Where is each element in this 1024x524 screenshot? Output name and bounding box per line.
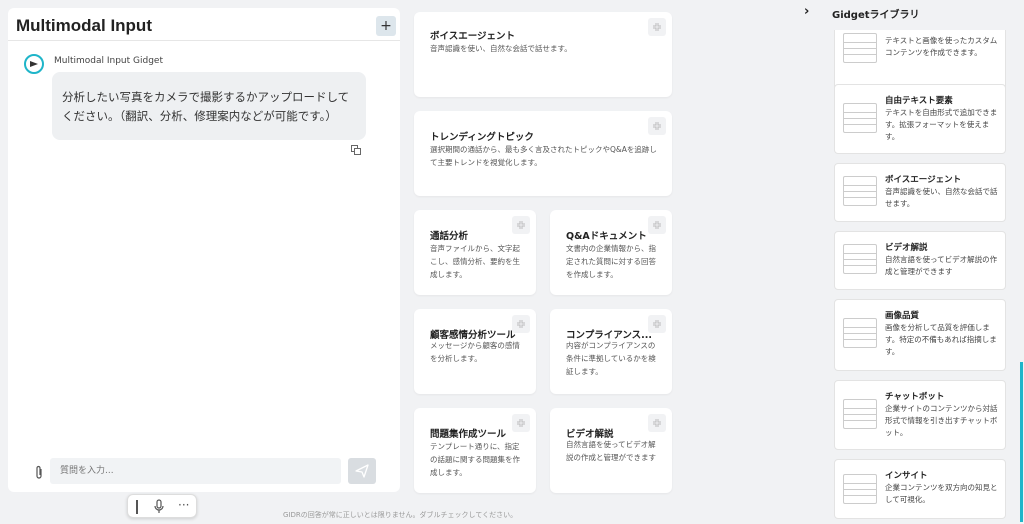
gadget-card-voice-agent[interactable]: ボイスエージェント 音声認識を使い、自然な会話で話せます。 (414, 12, 672, 97)
document-thumbnail-icon (843, 399, 877, 429)
gadget-card-qa-document[interactable]: Q&Aドキュメント 文書内の企業情報から、指定された質問に対する回答を作成します… (550, 210, 672, 295)
collapse-icon (653, 320, 661, 328)
library-item-name: インサイト (885, 471, 928, 481)
gadget-desc: メッセージから顧客の感情を分析します。 (430, 341, 520, 363)
gadget-card-compliance[interactable]: コンプライアンス... 内容がコンプライアンスの条件に準拠しているかを検証します… (550, 309, 672, 394)
library-item-desc: 画像を分析して品質を評価します。特定の不備もあれば指摘します。 (885, 323, 997, 356)
gadget-card-trending-topics[interactable]: トレンディングトピック 選択期間の通話から、最も多く言及されたトピックやQ&Aを… (414, 111, 672, 196)
collapse-button[interactable] (512, 414, 530, 432)
disclaimer-note: GIDRの回答が常に正しいとは限りません。ダブルチェックしてください。 (283, 511, 518, 519)
question-input[interactable] (50, 458, 341, 484)
library-item-name: ボイスエージェント (885, 175, 962, 185)
library-item[interactable]: 自由テキスト要素 テキストを自由形式で追加できます。拡張フォーマットを使えます。 (834, 84, 1006, 154)
library-item[interactable]: 画像品質 画像を分析して品質を評価します。特定の不備もあれば指摘します。 (834, 299, 1006, 371)
library-item-desc: 音声認識を使い、自然な会話で話せます。 (885, 187, 998, 208)
paperclip-icon[interactable] (34, 465, 44, 485)
gadget-desc: 自然言語を使ってビデオ解説の作成と管理ができます (566, 440, 656, 462)
collapse-icon (517, 320, 525, 328)
collapse-button[interactable] (648, 414, 666, 432)
library-list[interactable]: テキストと画像を使ったカスタムコンテンツを作成できます。 自由テキスト要素 テキ… (820, 30, 1024, 524)
library-scrollbar[interactable] (1020, 362, 1023, 522)
gadget-desc: 音声認識を使い、自然な会話で話せます。 (430, 44, 572, 53)
bot-name: Multimodal Input Gidget (54, 56, 163, 66)
bot-message-bubble: 分析したい写真をカメラで撮影するかアップロードしてください。（翻訳、分析、修理案… (52, 72, 366, 140)
document-thumbnail-icon (843, 176, 877, 206)
gadget-desc: テンプレート通りに、指定の話題に関する問題集を作成します。 (430, 442, 520, 477)
collapse-icon (653, 221, 661, 229)
mini-toolbar: ··· (127, 494, 197, 518)
bot-avatar-icon (24, 54, 44, 74)
page-title: Multimodal Input (16, 16, 152, 35)
document-thumbnail-icon (843, 474, 877, 504)
collapse-button[interactable] (648, 18, 666, 36)
collapse-button[interactable] (648, 315, 666, 333)
collapse-button[interactable] (648, 117, 666, 135)
library-item[interactable]: インサイト 企業コンテンツを双方向の知見として可視化。 (834, 459, 1006, 519)
library-item-name: チャットボット (885, 392, 945, 402)
chat-header-divider (8, 40, 400, 41)
plus-icon: + (380, 18, 392, 34)
gadget-title: トレンディングトピック (430, 132, 534, 143)
gadget-title: ボイスエージェント (430, 31, 516, 42)
copy-icon[interactable] (351, 145, 361, 155)
document-thumbnail-icon (843, 318, 877, 348)
library-item-desc: 企業コンテンツを双方向の知見として可視化。 (885, 483, 998, 504)
collapse-button[interactable] (512, 216, 530, 234)
library-item[interactable]: ボイスエージェント 音声認識を使い、自然な会話で話せます。 (834, 163, 1006, 222)
collapse-button[interactable] (648, 216, 666, 234)
library-item[interactable]: ビデオ解説 自然言語を使ってビデオ解説の作成と管理ができます (834, 231, 1006, 290)
more-icon[interactable]: ··· (178, 498, 189, 512)
send-icon (355, 464, 369, 478)
library-item-desc: 自然言語を使ってビデオ解説の作成と管理ができます (885, 255, 998, 276)
add-button[interactable]: + (376, 16, 396, 36)
library-item-desc: テキストと画像を使ったカスタムコンテンツを作成できます。 (885, 36, 998, 57)
gadget-card-sentiment[interactable]: 顧客感情分析ツール メッセージから顧客の感情を分析します。 (414, 309, 536, 394)
library-item-name: 画像品質 (885, 311, 920, 321)
gadget-desc: 文書内の企業情報から、指定された質問に対する回答を作成します。 (566, 244, 656, 279)
library-item-desc: テキストを自由形式で追加できます。拡張フォーマットを使えます。 (885, 108, 998, 141)
library-title: Gidgetライブラリ (832, 10, 920, 21)
document-thumbnail-icon (843, 244, 877, 274)
document-thumbnail-icon (843, 103, 877, 133)
collapse-icon (517, 221, 525, 229)
drag-handle[interactable] (136, 500, 138, 514)
collapse-button[interactable] (512, 315, 530, 333)
library-item-name: ビデオ解説 (885, 243, 928, 253)
microphone-icon[interactable] (154, 499, 164, 514)
gadget-card-video-explainer[interactable]: ビデオ解説 自然言語を使ってビデオ解説の作成と管理ができます (550, 408, 672, 493)
gadget-desc: 選択期間の通話から、最も多く言及されたトピックやQ&Aを追跡して主要トレンドを視… (430, 145, 657, 167)
collapse-icon (653, 23, 661, 31)
gadget-card-quiz-builder[interactable]: 問題集作成ツール テンプレート通りに、指定の話題に関する問題集を作成します。 (414, 408, 536, 493)
library-item-name: 自由テキスト要素 (885, 96, 953, 106)
gadget-desc: 内容がコンプライアンスの条件に準拠しているかを検証します。 (566, 341, 656, 376)
collapse-icon (653, 122, 661, 130)
library-item-desc: 企業サイトのコンテンツから対話形式で情報を引き出すチャットボット。 (885, 404, 998, 437)
document-thumbnail-icon (843, 33, 877, 63)
collapse-icon (653, 419, 661, 427)
collapse-icon (517, 419, 525, 427)
gadget-desc: 音声ファイルから、文字起こし、感情分析、要約を生成します。 (430, 244, 520, 279)
gadget-card-call-analysis[interactable]: 通話分析 音声ファイルから、文字起こし、感情分析、要約を生成します。 (414, 210, 536, 295)
chevron-right-icon[interactable]: › (804, 4, 809, 19)
send-button[interactable] (348, 458, 376, 484)
library-item[interactable]: チャットボット 企業サイトのコンテンツから対話形式で情報を引き出すチャットボット… (834, 380, 1006, 450)
